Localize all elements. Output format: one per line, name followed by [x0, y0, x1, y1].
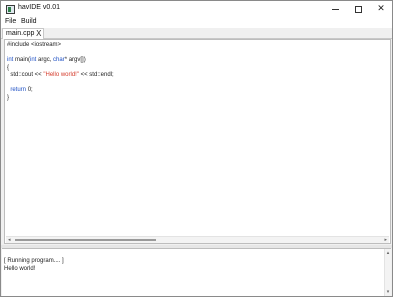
minimize-icon: [331, 8, 339, 10]
main-window: havIDE v0.01 ✕ File Build main.cpp X #in…: [0, 0, 393, 297]
menu-bar: File Build: [1, 17, 392, 28]
console-output: [ Running program.... ] Hello world!: [4, 258, 64, 273]
console-line: Hello world!: [4, 265, 36, 272]
code-line: {: [7, 65, 114, 73]
code-text[interactable]: #include <iostream> int main(int argc, ch…: [7, 42, 114, 102]
menu-build[interactable]: Build: [21, 18, 37, 25]
scroll-left-icon[interactable]: ◂: [8, 237, 11, 243]
code-token: * argv[]): [64, 57, 86, 63]
tab-bar: main.cpp X: [1, 28, 392, 39]
tab-main-cpp[interactable]: main.cpp X: [2, 28, 44, 39]
code-token: argc,: [36, 57, 54, 63]
close-button[interactable]: ✕: [370, 1, 392, 17]
menu-file[interactable]: File: [5, 18, 16, 25]
code-keyword: return: [10, 87, 27, 93]
code-editor[interactable]: #include <iostream> int main(int argc, ch…: [4, 39, 391, 244]
scroll-down-icon[interactable]: ▾: [385, 289, 391, 295]
code-line: int main(int argc, char* argv[]): [7, 57, 114, 65]
tab-label: main.cpp: [6, 30, 35, 37]
minimize-button[interactable]: [324, 1, 346, 17]
code-token: }: [7, 94, 10, 101]
output-console[interactable]: [ Running program.... ] Hello world! ▴ ▾: [2, 248, 391, 296]
vertical-scrollbar[interactable]: ▴ ▾: [384, 249, 391, 296]
code-line: }: [7, 95, 114, 103]
code-line: #include <iostream>: [7, 42, 114, 50]
scroll-right-icon[interactable]: ▸: [384, 237, 387, 243]
console-line: [ Running program.... ]: [4, 258, 64, 264]
code-token: main(: [13, 57, 31, 63]
code-token: 0;: [26, 87, 33, 93]
code-line: return 0;: [7, 87, 114, 95]
title-bar[interactable]: havIDE v0.01 ✕: [1, 1, 392, 17]
code-token: #include <iostream>: [7, 42, 62, 48]
maximize-icon: [354, 5, 362, 13]
horizontal-scroll-thumb[interactable]: [15, 239, 156, 241]
scroll-up-icon[interactable]: ▴: [385, 250, 391, 256]
code-line: std::cout << "Hello world!" << std::endl…: [7, 72, 114, 80]
horizontal-scrollbar[interactable]: ◂ ▸: [6, 236, 389, 243]
window-title: havIDE v0.01: [18, 4, 61, 11]
code-token: {: [7, 64, 10, 71]
app-icon: [6, 5, 15, 14]
code-token: << std::endl;: [78, 72, 114, 78]
tab-close-icon[interactable]: X: [36, 29, 41, 38]
maximize-button[interactable]: [347, 1, 369, 17]
code-string: "Hello world!": [43, 72, 79, 78]
close-icon: ✕: [377, 3, 385, 14]
code-keyword: char: [53, 57, 65, 63]
code-token: std::cout <<: [7, 72, 44, 78]
